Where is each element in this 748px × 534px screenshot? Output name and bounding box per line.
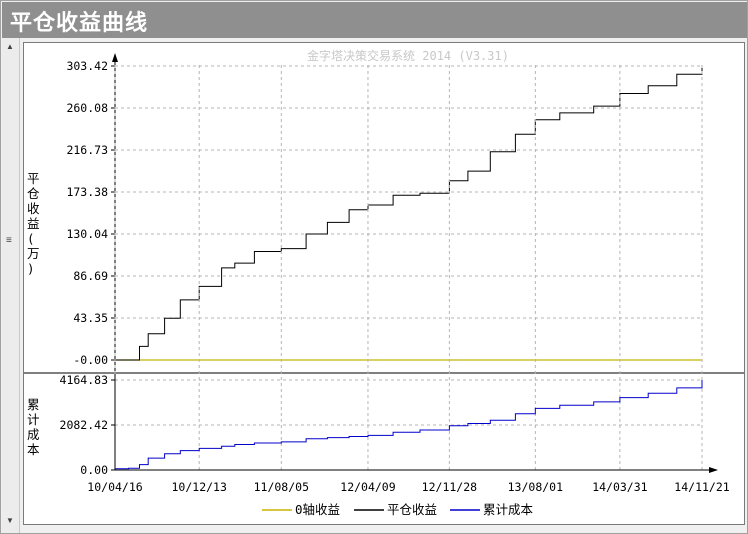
y-tick-label: 2082.42 [60,418,108,432]
y-axis-title-char: 本 [27,442,40,457]
y-axis-title-char: 收 [27,201,40,216]
y-tick-label: 303.42 [66,59,108,73]
legend-label: 0轴收益 [295,502,340,517]
y-axis-title-char: 成 [27,427,40,442]
scroll-up-arrow-icon[interactable]: ▲ [6,42,14,51]
y-tick-label: 260.08 [66,101,108,115]
y-axis-title-char: 计 [27,412,40,427]
y-axis-title-char: 累 [27,397,40,412]
y-tick-label: 43.35 [73,311,108,325]
x-tick-label: 12/11/28 [422,480,477,494]
x-axis-arrow-icon [709,467,718,473]
y-axis-title-char: 平 [27,171,40,186]
legend-label: 平仓收益 [387,502,437,517]
y-tick-label: 4164.83 [60,373,109,387]
y-tick-label: 0.00 [80,463,108,477]
y-tick-label: -0.00 [73,353,108,367]
y-axis-title-char: 仓 [27,186,40,201]
scroll-grip-icon[interactable]: ≡ [6,235,12,246]
x-tick-label: 10/04/16 [87,480,142,494]
chart-watermark: 金字塔决策交易系统 2014 (V3.31) [307,48,509,63]
y-axis-title: 累计成本 [27,397,40,457]
scroll-down-arrow-icon[interactable]: ▼ [6,516,14,525]
x-tick-label: 11/08/05 [254,480,309,494]
y-axis-title-char: 益 [27,216,40,231]
title-bar: 平仓收益曲线 [2,2,747,38]
y-axis-title-char: ( [27,231,35,246]
x-tick-label: 12/04/09 [340,480,395,494]
y-tick-label: 216.73 [66,143,108,157]
window-title: 平仓收益曲线 [10,11,149,36]
y-tick-label: 130.04 [66,227,108,241]
x-tick-label: 14/03/31 [592,480,647,494]
app-window: 平仓收益曲线 ▲ ≡ ▼ 金字塔决策交易系统 2014 (V3.31) 303.… [0,0,748,534]
series-closed-pnl-line [115,66,703,361]
x-tick-label: 14/11/21 [674,480,729,494]
closed-pnl-chart: 金字塔决策交易系统 2014 (V3.31) 303.42 260.08 216.7… [24,48,744,517]
y-axis-title: 平仓收益(万) [27,171,40,276]
y-axis-title-char: ) [27,261,35,276]
y-axis-arrow-icon [112,53,118,62]
series-cumulative-cost-line [115,380,703,470]
vertical-scrollbar[interactable]: ▲ ≡ ▼ [2,38,20,533]
chart-panel: 金字塔决策交易系统 2014 (V3.31) 303.42 260.08 216.7… [23,42,745,525]
x-tick-label: 10/12/13 [172,480,227,494]
y-axis-title-char: 万 [27,246,40,261]
y-tick-label: 86.69 [73,269,108,283]
x-tick-label: 13/08/01 [508,480,563,494]
legend-label: 累计成本 [483,502,534,517]
y-tick-label: 173.38 [66,185,108,199]
